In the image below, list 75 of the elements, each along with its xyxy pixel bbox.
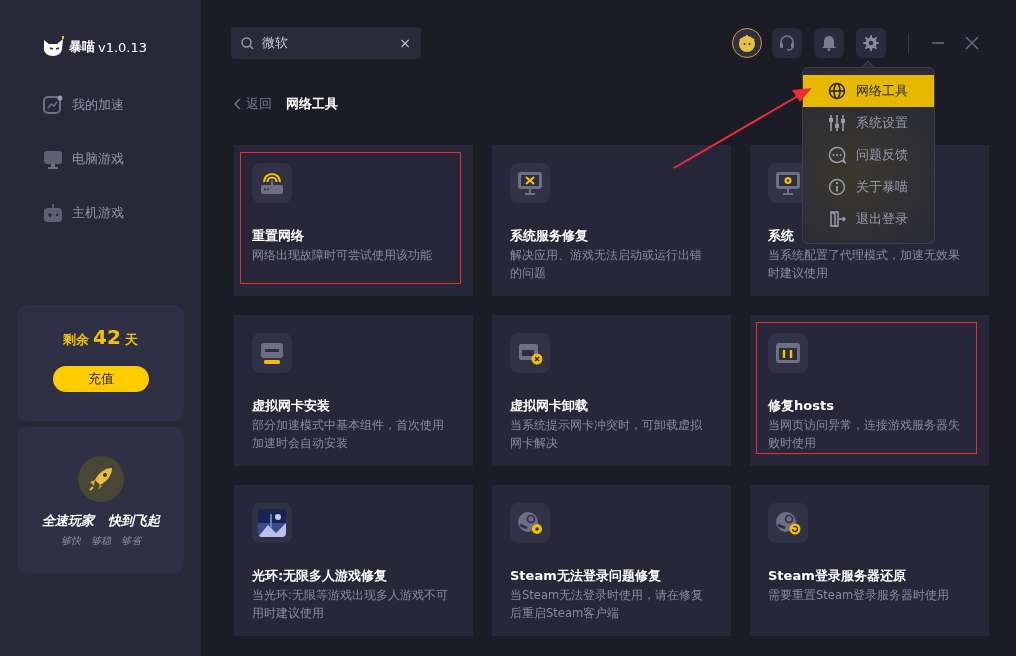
card-title: 系统服务修复 bbox=[510, 227, 588, 245]
slogan: 全速玩家 bbox=[41, 512, 94, 530]
globe-icon bbox=[828, 82, 846, 100]
tool-card[interactable]: Steam无法登录问题修复 当Steam无法登录时使用，请在修复后重启Steam客户端 bbox=[492, 485, 731, 636]
search-field[interactable]: 微软 × bbox=[231, 27, 421, 59]
sliders-icon bbox=[828, 114, 846, 132]
days-unit: 天 bbox=[124, 331, 138, 349]
card-description: 需要重置Steam登录服务器时使用 bbox=[768, 587, 951, 604]
card-title: 系统 bbox=[768, 227, 794, 245]
card-title: Steam无法登录问题修复 bbox=[510, 567, 661, 585]
recharge-button[interactable]: 充值 bbox=[52, 366, 149, 392]
chat-icon bbox=[828, 146, 846, 164]
support-button[interactable] bbox=[772, 28, 802, 58]
back-icon bbox=[234, 98, 242, 110]
tagline: 够稳 bbox=[90, 534, 111, 548]
steam-gear-icon bbox=[517, 510, 543, 536]
card-description: 当网页访问异常，连接游戏服务器失败时使用 bbox=[768, 417, 961, 452]
card-description: 网络出现故障时可尝试使用该功能 bbox=[252, 247, 433, 264]
app-version: v1.0.13 bbox=[97, 39, 147, 55]
search-icon bbox=[241, 36, 254, 50]
tool-card[interactable]: 光环:无限多人游戏修复 当光环:无限等游戏出现多人游戏不可用时建议使用 bbox=[234, 485, 473, 636]
card-title: 虚拟网卡卸载 bbox=[510, 397, 588, 415]
card-description: 当系统配置了代理模式，加速无效果时建议使用 bbox=[768, 247, 961, 282]
bell-icon bbox=[822, 35, 836, 51]
tool-card[interactable]: 虚拟网卡卸载 当系统提示网卡冲突时，可卸载虚拟网卡解决 bbox=[492, 315, 731, 466]
app-name: 暴喵 bbox=[68, 38, 95, 56]
page-title: 网络工具 bbox=[286, 95, 338, 113]
monitor-wrench-icon bbox=[517, 170, 543, 196]
steam-restore-icon bbox=[775, 510, 801, 536]
menu-item[interactable]: 退出登录 bbox=[803, 203, 934, 235]
rocket-icon bbox=[77, 456, 124, 502]
card-title: 虚拟网卡安装 bbox=[252, 397, 330, 415]
close-button[interactable] bbox=[965, 36, 979, 50]
exit-icon bbox=[828, 210, 846, 228]
tool-card[interactable]: 虚拟网卡安装 部分加速模式中基本组件，首次使用加速时会自动安装 bbox=[234, 315, 473, 466]
sidebar-item[interactable]: 电脑游戏 bbox=[43, 138, 130, 180]
card-description: 当Steam无法登录时使用，请在修复后重启Steam客户端 bbox=[510, 587, 705, 622]
tool-card[interactable]: 修复hosts 当网页访问异常，连接游戏服务器失败时使用 bbox=[750, 315, 989, 466]
back-link[interactable]: 返回 bbox=[234, 95, 272, 113]
card-title: 重置网络 bbox=[252, 227, 304, 245]
card-title: 光环:无限多人游戏修复 bbox=[252, 567, 388, 585]
avatar[interactable] bbox=[732, 28, 762, 58]
sidebar-item[interactable]: 我的加速 bbox=[43, 84, 130, 126]
network-card-icon bbox=[259, 340, 285, 366]
info-icon bbox=[828, 178, 846, 196]
sidebar-item[interactable]: 主机游戏 bbox=[43, 192, 130, 234]
days-label: 剩余 bbox=[63, 331, 90, 349]
browser-tools-icon bbox=[775, 340, 801, 366]
card-description: 当光环:无限等游戏出现多人游戏不可用时建议使用 bbox=[252, 587, 449, 622]
router-icon bbox=[259, 170, 285, 196]
headset-icon bbox=[779, 35, 795, 51]
card-title: Steam登录服务器还原 bbox=[768, 567, 906, 585]
monitor-icon bbox=[43, 149, 63, 169]
gamepad-icon bbox=[43, 203, 63, 223]
card-description: 当系统提示网卡冲突时，可卸载虚拟网卡解决 bbox=[510, 417, 703, 452]
chart-icon bbox=[43, 95, 63, 115]
tagline: 够省 bbox=[120, 534, 141, 548]
card-description: 解决应用、游戏无法启动或运行出错的问题 bbox=[510, 247, 703, 282]
tool-card[interactable]: 系统服务修复 解决应用、游戏无法启动或运行出错的问题 bbox=[492, 145, 731, 296]
tool-card[interactable]: 重置网络 网络出现故障时可尝试使用该功能 bbox=[234, 145, 473, 296]
card-description: 部分加速模式中基本组件，首次使用加速时会自动安装 bbox=[252, 417, 445, 452]
slogan: 快到飞起 bbox=[107, 512, 160, 530]
notification-button[interactable] bbox=[814, 28, 844, 58]
cat-logo-icon bbox=[41, 36, 66, 58]
card-title: 修复hosts bbox=[768, 397, 834, 415]
clear-button[interactable]: × bbox=[399, 35, 411, 51]
tagline: 够快 bbox=[60, 534, 81, 548]
menu-item[interactable]: 系统设置 bbox=[803, 107, 934, 139]
settings-icon bbox=[863, 35, 879, 51]
monitor-gear-icon bbox=[775, 170, 801, 196]
menu-item[interactable]: 网络工具 bbox=[803, 75, 934, 107]
settings-button[interactable] bbox=[856, 28, 886, 58]
days-count: 42 bbox=[93, 325, 121, 349]
menu-item[interactable]: 关于暴喵 bbox=[803, 171, 934, 203]
tool-card[interactable]: Steam登录服务器还原 需要重置Steam登录服务器时使用 bbox=[750, 485, 989, 636]
